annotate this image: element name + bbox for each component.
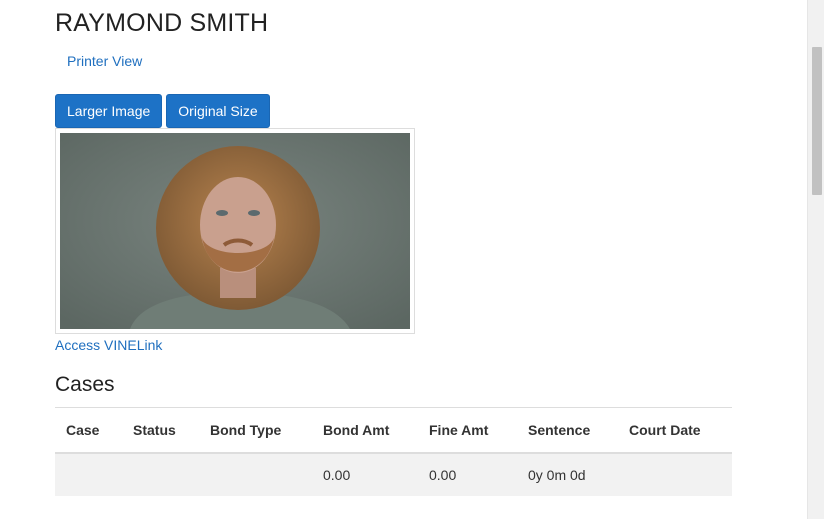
table-row: 0.00 0.00 0y 0m 0d (55, 452, 732, 496)
image-button-group: Larger Image Original Size (55, 94, 270, 128)
scrollbar-thumb[interactable] (812, 47, 822, 195)
cell-fine-amt: 0.00 (418, 452, 517, 496)
column-header-court-date: Court Date (618, 407, 732, 454)
mugshot-image[interactable] (60, 133, 410, 329)
column-header-case: Case (55, 407, 122, 454)
column-header-sentence: Sentence (517, 407, 618, 454)
original-size-button[interactable]: Original Size (166, 94, 270, 128)
printer-view-link[interactable]: Printer View (67, 53, 142, 69)
column-header-bond-amt: Bond Amt (312, 407, 418, 454)
cases-heading: Cases (55, 373, 115, 396)
cell-status (122, 452, 199, 496)
cell-case (55, 452, 122, 496)
inmate-name: RAYMOND SMITH (55, 9, 269, 37)
cell-sentence: 0y 0m 0d (517, 452, 618, 496)
mugshot-frame (55, 128, 415, 334)
cases-table: Case Status Bond Type Bond Amt Fine Amt … (55, 407, 732, 496)
table-header-row: Case Status Bond Type Bond Amt Fine Amt … (55, 407, 732, 454)
cell-court-date (618, 452, 732, 496)
larger-image-button[interactable]: Larger Image (55, 94, 163, 128)
vinelink-link[interactable]: Access VINELink (55, 337, 162, 353)
column-header-fine-amt: Fine Amt (418, 407, 517, 454)
page: RAYMOND SMITH Printer View Larger Image … (0, 0, 824, 519)
cell-bond-amt: 0.00 (312, 452, 418, 496)
column-header-status: Status (122, 407, 199, 454)
vertical-scrollbar[interactable] (807, 0, 824, 519)
column-header-bond-type: Bond Type (199, 407, 312, 454)
cell-bond-type (199, 452, 312, 496)
